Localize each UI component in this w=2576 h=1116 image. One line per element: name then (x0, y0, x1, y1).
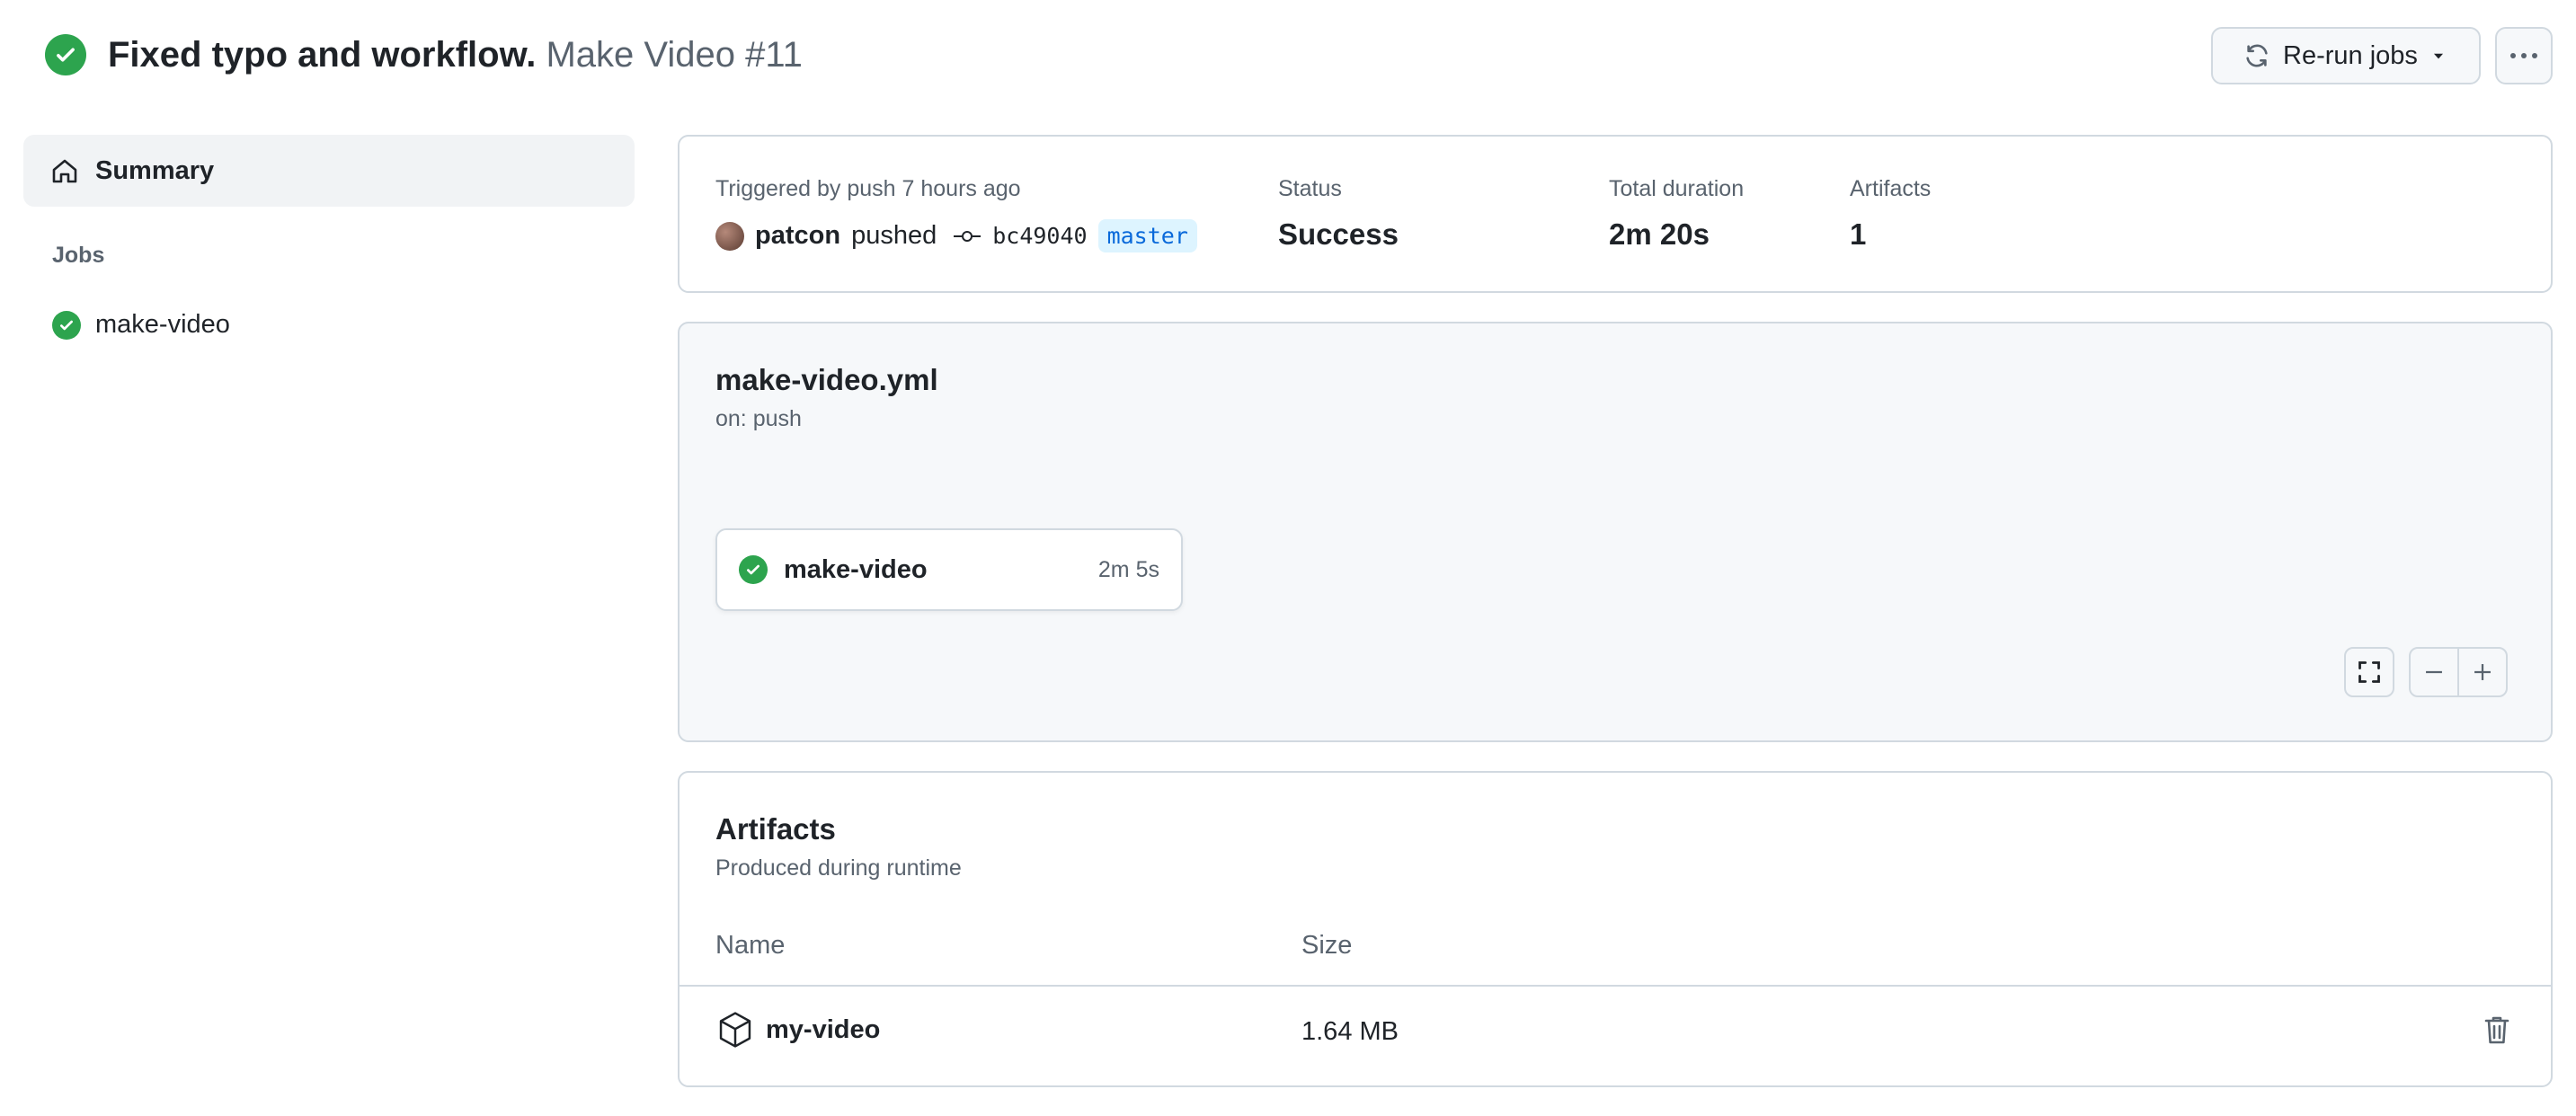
dash-icon (2422, 660, 2446, 684)
run-title: Fixed typo and workflow. (108, 35, 537, 75)
artifacts-count-value[interactable]: 1 (1850, 217, 1866, 252)
job-card-make-video[interactable]: make-video 2m 5s (715, 528, 1183, 611)
column-header-name: Name (715, 931, 786, 960)
artifacts-subtitle: Produced during runtime (715, 855, 962, 881)
triangle-down-icon (2430, 48, 2447, 64)
zoom-in-button[interactable] (2457, 647, 2508, 697)
trigger-info: patcon pushed bc49040 master (715, 219, 1197, 252)
artifacts-count-label: Artifacts (1850, 176, 1932, 201)
git-commit-icon (953, 227, 982, 245)
screen-full-icon (2357, 660, 2382, 685)
status-label: Status (1278, 176, 1342, 201)
column-header-size: Size (1301, 931, 1353, 960)
run-status-success-icon (45, 34, 86, 75)
package-icon (715, 1010, 755, 1050)
rerun-jobs-button[interactable]: Re-run jobs (2211, 27, 2481, 84)
trigger-label: Triggered by push 7 hours ago (715, 176, 1021, 201)
sidebar-item-label: make-video (95, 310, 230, 339)
job-name: make-video (784, 554, 928, 584)
jobs-heading: Jobs (52, 243, 105, 268)
action-text: pushed (851, 221, 937, 250)
branch-badge[interactable]: master (1097, 219, 1197, 252)
workflow-run-name: Make Video #11 (546, 35, 803, 75)
check-circle-icon (739, 555, 768, 584)
home-icon (50, 156, 79, 185)
job-duration: 2m 5s (1097, 556, 1159, 582)
check-circle-icon (52, 310, 81, 340)
more-options-button[interactable] (2495, 27, 2553, 84)
zoom-out-button[interactable] (2409, 647, 2459, 697)
artifact-name: my-video (766, 1014, 881, 1044)
plus-icon (2471, 660, 2494, 684)
status-value: Success (1278, 217, 1399, 251)
fullscreen-button[interactable] (2344, 647, 2394, 697)
kebab-horizontal-icon (2509, 51, 2539, 60)
sync-icon (2243, 42, 2270, 69)
trash-icon (2483, 1014, 2515, 1046)
artifacts-panel (678, 771, 2553, 1087)
rerun-jobs-label: Re-run jobs (2283, 40, 2418, 70)
duration-label: Total duration (1609, 176, 1745, 201)
workflow-file-name[interactable]: make-video.yml (715, 363, 938, 397)
commit-sha-link[interactable]: bc49040 (992, 223, 1087, 249)
sidebar-item-label: Summary (95, 155, 215, 185)
delete-artifact-button[interactable] (2483, 1014, 2515, 1050)
artifact-link-my-video[interactable]: my-video (715, 1010, 880, 1050)
artifacts-title: Artifacts (715, 812, 836, 846)
run-summary-panel (678, 135, 2553, 293)
workflow-trigger: on: push (715, 406, 802, 431)
sidebar-item-make-video[interactable]: make-video (52, 310, 230, 340)
avatar[interactable] (715, 221, 744, 251)
artifact-size: 1.64 MB (1301, 1017, 1399, 1046)
sidebar-item-summary[interactable]: Summary (23, 135, 635, 207)
page-title: Fixed typo and workflow. Make Video #11 (108, 31, 803, 79)
table-divider (680, 985, 2551, 987)
duration-value: 2m 20s (1609, 217, 1710, 251)
user-link[interactable]: patcon (755, 221, 840, 251)
